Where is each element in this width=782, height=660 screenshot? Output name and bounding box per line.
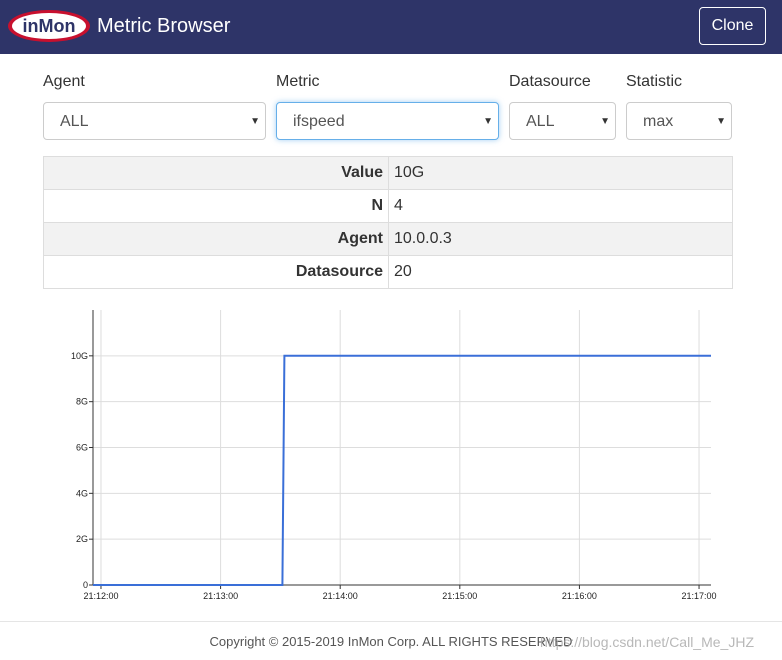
info-value: 10G xyxy=(388,156,733,190)
agent-select-value: ALL xyxy=(60,113,89,130)
datasource-label: Datasource xyxy=(509,73,591,90)
datasource-select[interactable]: ALL ▼ xyxy=(509,102,616,140)
app-title: Metric Browser xyxy=(97,15,231,37)
y-tick-label: 10G xyxy=(71,351,88,361)
inmon-logo[interactable]: inMon xyxy=(7,9,91,43)
x-tick-label: 21:15:00 xyxy=(442,591,477,601)
statistic-select[interactable]: max ▼ xyxy=(626,102,732,140)
navbar: inMon Metric Browser Clone xyxy=(0,0,782,54)
x-tick-label: 21:17:00 xyxy=(682,591,717,601)
y-tick-label: 8G xyxy=(76,397,88,407)
table-row: Value 10G xyxy=(43,156,733,190)
clone-button[interactable]: Clone xyxy=(699,7,766,45)
dropdown-arrow-icon: ▼ xyxy=(250,116,260,127)
dropdown-arrow-icon: ▼ xyxy=(600,116,610,127)
x-tick-label: 21:14:00 xyxy=(323,591,358,601)
info-key: N xyxy=(43,189,389,223)
dropdown-arrow-icon: ▼ xyxy=(716,116,726,127)
x-tick-label: 21:16:00 xyxy=(562,591,597,601)
metric-info-table: Value 10G N 4 Agent 10.0.0.3 Datasource … xyxy=(43,156,733,289)
info-value: 10.0.0.3 xyxy=(388,222,733,256)
info-value: 20 xyxy=(388,255,733,289)
y-tick-label: 0 xyxy=(83,580,88,590)
agent-select[interactable]: ALL ▼ xyxy=(43,102,266,140)
y-tick-label: 2G xyxy=(76,534,88,544)
logo-text: inMon xyxy=(23,16,76,36)
statistic-select-value: max xyxy=(643,113,674,130)
dropdown-arrow-icon: ▼ xyxy=(483,116,493,127)
y-tick-label: 6G xyxy=(76,443,88,453)
agent-label: Agent xyxy=(43,73,85,90)
series-line xyxy=(93,354,711,586)
statistic-label: Statistic xyxy=(626,73,683,90)
info-key: Agent xyxy=(43,222,389,256)
metric-trend-chart[interactable]: 0 2G 4G 6G 8G 10G 21:12:00 21:13:00 21:14:00 21:1… xyxy=(0,300,782,610)
metric-select-value: ifspeed xyxy=(293,113,345,130)
datasource-select-value: ALL xyxy=(526,113,555,130)
info-value: 4 xyxy=(388,189,733,223)
y-tick-label: 4G xyxy=(76,488,88,498)
table-row: Datasource 20 xyxy=(43,255,733,289)
watermark: https://blog.csdn.net/Call_Me_JHZ xyxy=(540,634,754,650)
table-row: N 4 xyxy=(43,189,733,223)
footer-divider xyxy=(0,621,782,622)
info-key: Datasource xyxy=(43,255,389,289)
x-tick-label: 21:13:00 xyxy=(203,591,238,601)
info-key: Value xyxy=(43,156,389,190)
metric-select[interactable]: ifspeed ▼ xyxy=(276,102,499,140)
table-row: Agent 10.0.0.3 xyxy=(43,222,733,256)
metric-label: Metric xyxy=(276,73,320,90)
x-tick-label: 21:12:00 xyxy=(83,591,118,601)
